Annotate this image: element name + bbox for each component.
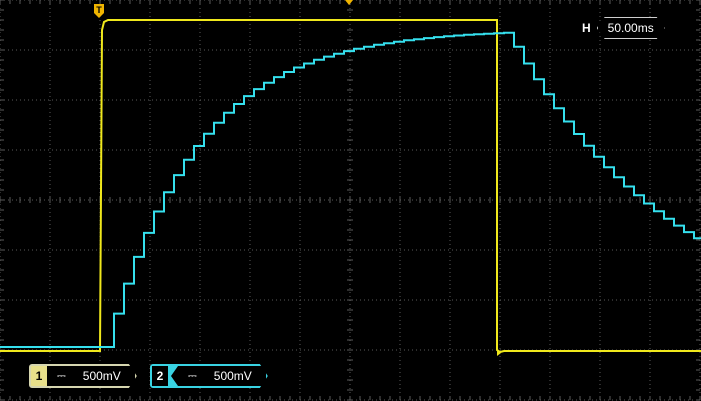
dc-coupling-icon: ⎓ <box>57 369 65 382</box>
channel-2-scale: 500mV <box>213 369 252 383</box>
oscilloscope-screen: T H 50.00ms 1 ⎓ 500mV 2 ⎓ 500mV <box>0 0 701 401</box>
channel-2-badge[interactable]: 2 ⎓ 500mV <box>150 364 268 388</box>
graticule <box>0 0 701 401</box>
channel-1-scale: 500mV <box>82 369 121 383</box>
channel-1-number: 1 <box>31 366 47 386</box>
timebase-label: H <box>582 21 591 35</box>
channel-1-badge[interactable]: 1 ⎓ 500mV <box>29 364 137 388</box>
dc-coupling-icon: ⎓ <box>188 369 196 382</box>
trigger-marker-label: T <box>96 5 102 15</box>
trigger-position-icon <box>345 0 353 5</box>
timebase-value: 50.00ms <box>597 17 665 39</box>
trigger-marker[interactable]: T <box>94 4 104 18</box>
channel-2-arrow-icon <box>168 366 178 386</box>
timebase-indicator[interactable]: H 50.00ms <box>582 17 665 39</box>
channel-2-number: 2 <box>152 366 168 386</box>
waveform-display: T <box>0 0 701 401</box>
